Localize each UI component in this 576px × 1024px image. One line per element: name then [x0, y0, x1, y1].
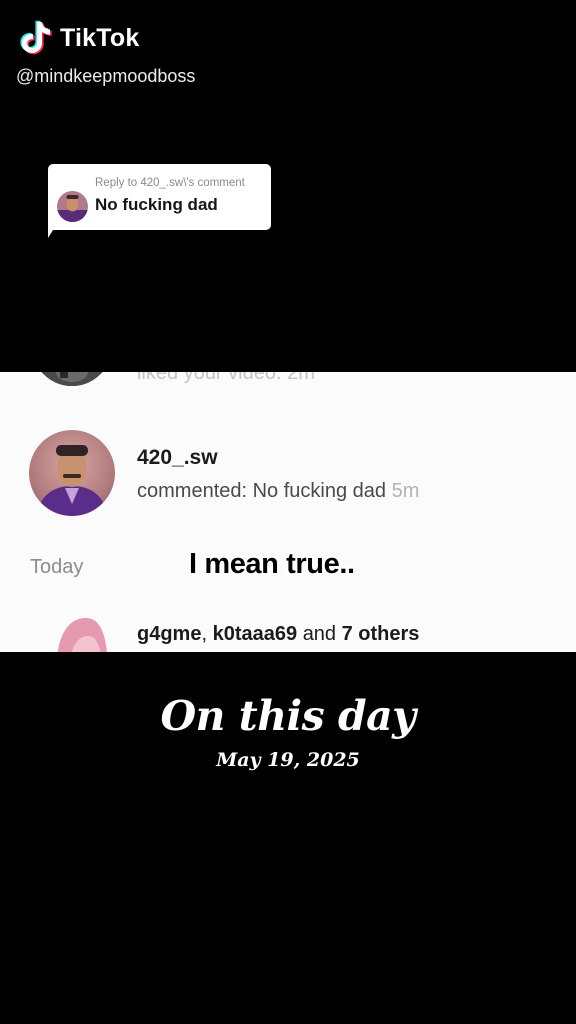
- commenter-username[interactable]: 420_.sw: [137, 446, 218, 470]
- tiktok-watermark: TikTok: [18, 18, 139, 58]
- reply-avatar: [57, 191, 88, 222]
- comment-timestamp: 5m: [391, 480, 420, 502]
- group-avatar[interactable]: [42, 606, 110, 652]
- cut-off-notification-text: liked your video. 2m: [137, 372, 315, 384]
- tiktok-note-icon: [20, 20, 52, 55]
- separator: ,: [201, 623, 208, 645]
- reply-to-label: Reply to 420_.sw\'s comment: [95, 177, 245, 189]
- video-caption-overlay: I mean true..: [187, 546, 357, 582]
- reply-bubble-tail: [48, 222, 58, 238]
- and-label: and: [302, 623, 337, 645]
- on-this-day-date: May 19, 2025: [216, 749, 360, 771]
- tiktok-brand-text: TikTok: [60, 23, 140, 52]
- commenter-avatar[interactable]: [29, 430, 115, 516]
- comment-text: commented: No fucking dad: [137, 480, 387, 502]
- liker-username-1[interactable]: g4gme: [137, 623, 201, 645]
- creator-handle: @mindkeepmoodboss: [16, 66, 196, 86]
- grouped-likers-text: g4gme, k0taaa69 and 7 others: [137, 623, 419, 646]
- liker-username-2[interactable]: k0taaa69: [213, 623, 298, 645]
- comment-notification-text: commented: No fucking dad 5m: [137, 480, 419, 503]
- today-section-label: Today: [30, 556, 84, 578]
- on-this-day-title: On this day: [160, 692, 416, 740]
- others-count[interactable]: 7 others: [342, 623, 420, 645]
- cut-off-avatar: [32, 372, 112, 386]
- reply-comment-text: No fucking dad: [95, 195, 218, 214]
- notification-screenshot: liked your video. 2m 420_.sw commented: …: [0, 372, 576, 652]
